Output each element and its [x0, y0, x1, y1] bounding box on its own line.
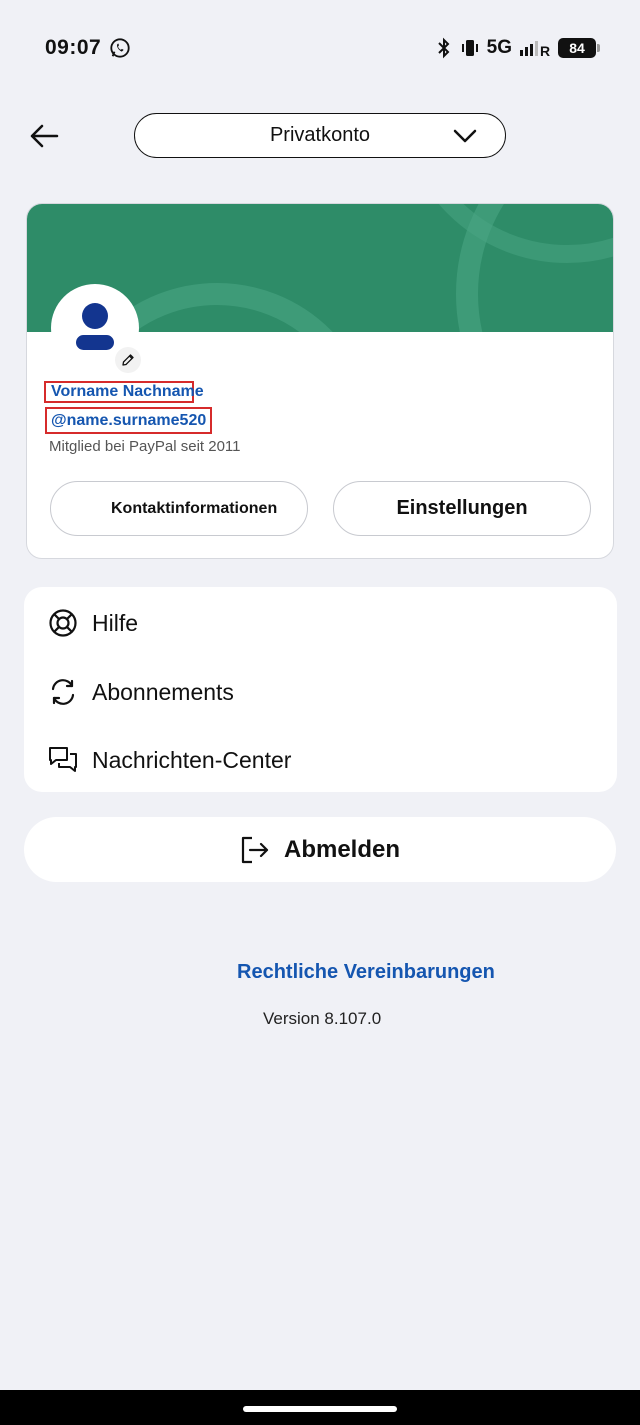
bluetooth-icon [437, 37, 450, 59]
refresh-icon [51, 679, 75, 705]
chevron-down-icon [453, 129, 477, 143]
whatsapp-icon [110, 38, 130, 58]
settings-button[interactable]: Einstellungen [333, 481, 591, 536]
menu-item-label: Hilfe [92, 609, 139, 636]
menu-item-subscriptions[interactable]: Abonnements [24, 662, 617, 722]
pencil-icon [122, 354, 134, 366]
home-indicator[interactable] [243, 1406, 397, 1412]
profile-handle: @name.surname520 [45, 407, 213, 434]
member-since: Mitglied bei PayPal seit 2011 [49, 438, 241, 455]
logout-label: Abmelden [283, 835, 400, 863]
menu-item-help[interactable]: Hilfe [24, 593, 617, 653]
svg-text:R: R [540, 43, 550, 58]
menu-item-message-center[interactable]: Nachrichten-Center [24, 730, 617, 790]
profile-card: Vorname Nachname @name.surname520 Mitgli… [26, 203, 614, 559]
menu-card: Hilfe Abonnements Nachrichten-Center [24, 587, 617, 792]
menu-item-label: Abonnements [92, 678, 234, 705]
account-selector-label: Privatkonto [269, 124, 371, 146]
vibrate-icon [461, 40, 478, 56]
contact-info-button[interactable]: Kontaktinformationen [50, 481, 308, 536]
back-button[interactable] [24, 118, 64, 154]
status-time: 09:07 [45, 36, 102, 59]
logout-button[interactable]: Abmelden [24, 817, 616, 882]
network-label: 5G [486, 37, 512, 58]
arrow-left-icon [30, 124, 59, 148]
signal-icon: R [520, 41, 550, 58]
legal-agreements-link[interactable]: Rechtliche Vereinbarungen [237, 961, 495, 984]
chat-bubbles-icon [49, 747, 77, 772]
menu-item-label: Nachrichten-Center [92, 746, 292, 773]
profile-name: Vorname Nachname [44, 381, 204, 403]
logout-icon [241, 836, 269, 863]
edit-avatar-button[interactable] [115, 347, 141, 373]
status-bar: 09:07 5G R 84 [0, 0, 640, 96]
status-icons: 5G R 84 [435, 36, 600, 60]
app-version: Version 8.107.0 [263, 1009, 382, 1028]
battery-indicator: 84 [558, 38, 600, 58]
user-icon [76, 303, 114, 350]
account-selector[interactable]: Privatkonto [134, 113, 506, 158]
system-nav-bar [0, 1390, 640, 1425]
lifebuoy-icon [49, 609, 77, 637]
